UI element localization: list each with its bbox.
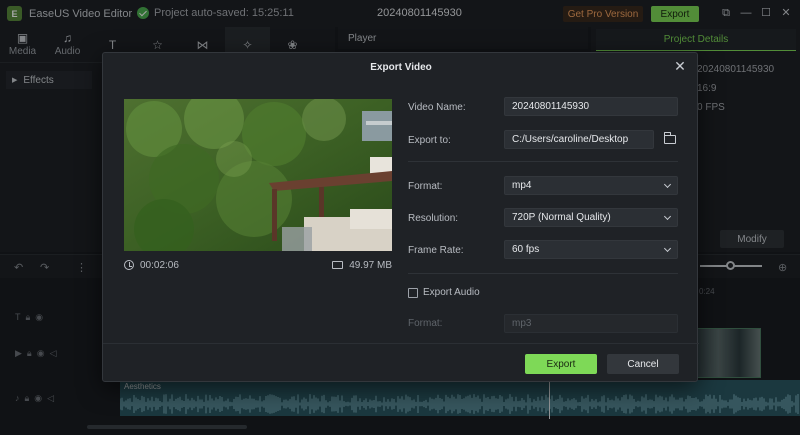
cancel-button[interactable]: Cancel [607, 354, 679, 374]
folder-icon [332, 261, 344, 269]
video-name-label: Video Name: [408, 102, 466, 113]
export-audio-checkbox[interactable] [408, 288, 418, 298]
browse-folder-button[interactable] [662, 131, 678, 146]
audio-format-value: mp3 [512, 318, 532, 329]
format-value: mp4 [512, 180, 532, 191]
video-meta: 00:02:06 49.97 MB [124, 258, 392, 272]
frame-rate-select[interactable]: 60 fps [504, 240, 678, 259]
file-size: 49.97 MB [349, 259, 392, 271]
export-audio-label[interactable]: Export Audio [423, 287, 480, 298]
preview-thumbnail [124, 99, 392, 251]
resolution-select[interactable]: 720P (Normal Quality) [504, 208, 678, 227]
export-button[interactable]: Export [525, 354, 597, 374]
audio-format-label: Format: [408, 318, 443, 329]
export-to-label: Export to: [408, 135, 451, 146]
duration-info: 00:02:06 [124, 260, 179, 271]
video-preview [124, 99, 392, 251]
chevron-down-icon [663, 180, 672, 188]
dialog-footer-divider [103, 343, 699, 344]
chevron-down-icon [663, 212, 672, 220]
folder-open-icon [664, 131, 676, 144]
frame-rate-label: Frame Rate: [408, 245, 464, 256]
clock-icon [124, 260, 134, 270]
chevron-down-icon [663, 244, 672, 252]
audio-format-select: mp3 [504, 314, 678, 333]
format-select[interactable]: mp4 [504, 176, 678, 195]
divider [408, 273, 678, 274]
duration: 00:02:06 [140, 259, 179, 271]
export-video-dialog: Export Video ✕ 00:02:06 49.97 MB Video N… [102, 52, 699, 382]
close-icon[interactable]: ✕ [673, 59, 687, 73]
resolution-value: 720P (Normal Quality) [512, 212, 611, 223]
filesize-info: 49.97 MB [332, 260, 392, 271]
export-path-input[interactable] [504, 130, 654, 149]
video-name-input[interactable] [504, 97, 678, 116]
resolution-label: Resolution: [408, 213, 459, 224]
format-label: Format: [408, 181, 443, 192]
divider [408, 161, 678, 162]
frame-rate-value: 60 fps [512, 244, 540, 255]
dialog-title: Export Video [370, 61, 432, 73]
